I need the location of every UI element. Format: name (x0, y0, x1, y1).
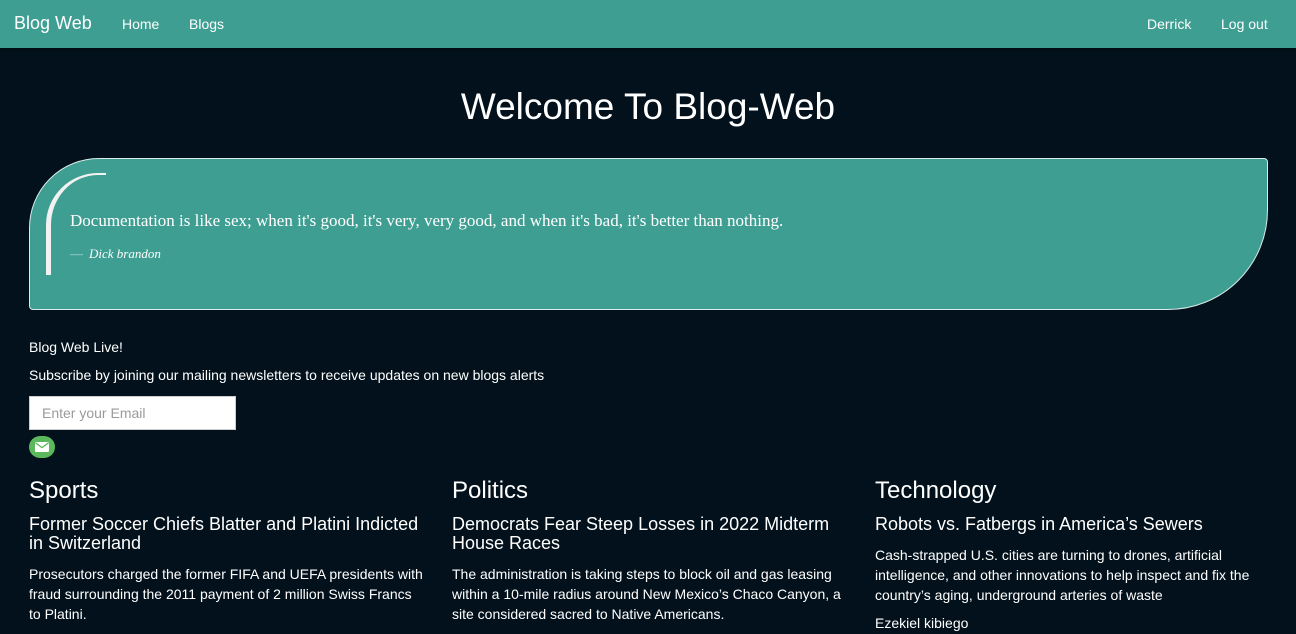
article-headline[interactable]: Robots vs. Fatbergs in America’s Sewers (875, 515, 1267, 534)
quote-dash: — (70, 246, 83, 261)
brand-link[interactable]: Blog Web (14, 13, 92, 34)
logout-link[interactable]: Log out (1221, 16, 1268, 32)
newsletter-heading: Blog Web Live! (29, 339, 123, 355)
category-sports: Sports Former Soccer Chiefs Blatter and … (29, 476, 424, 624)
top-navbar: Blog Web Home Blogs Derrick Log out (0, 0, 1296, 48)
article-author: Ezekiel kibiego (875, 615, 969, 631)
quote-author: — Dick brandon (70, 246, 161, 262)
article-summary: Prosecutors charged the former FIFA and … (29, 566, 423, 622)
category-politics: Politics Democrats Fear Steep Losses in … (452, 476, 847, 624)
article-headline[interactable]: Democrats Fear Steep Losses in 2022 Midt… (452, 515, 847, 553)
page-title: Welcome To Blog-Web (460, 86, 836, 127)
quote-author-name: Dick brandon (89, 246, 161, 261)
subscribe-button[interactable] (29, 436, 55, 458)
category-title: Sports (29, 477, 99, 504)
category-title: Politics (452, 477, 529, 504)
category-technology: Technology Robots vs. Fatbergs in Americ… (875, 476, 1267, 631)
quote-text: Documentation is like sex; when it's goo… (70, 211, 784, 230)
nav-home-link[interactable]: Home (122, 16, 159, 32)
category-title: Technology (875, 477, 997, 504)
quote-card: Documentation is like sex; when it's goo… (29, 158, 1268, 310)
article-summary: The administration is taking steps to bl… (452, 566, 841, 622)
article-summary: Cash-strapped U.S. cities are turning to… (875, 547, 1250, 603)
newsletter-description: Subscribe by joining our mailing newslet… (29, 367, 545, 383)
email-input[interactable] (29, 396, 236, 430)
nav-user-link[interactable]: Derrick (1147, 16, 1191, 32)
article-headline[interactable]: Former Soccer Chiefs Blatter and Platini… (29, 515, 424, 553)
nav-blogs-link[interactable]: Blogs (189, 16, 224, 32)
envelope-icon (35, 442, 49, 452)
